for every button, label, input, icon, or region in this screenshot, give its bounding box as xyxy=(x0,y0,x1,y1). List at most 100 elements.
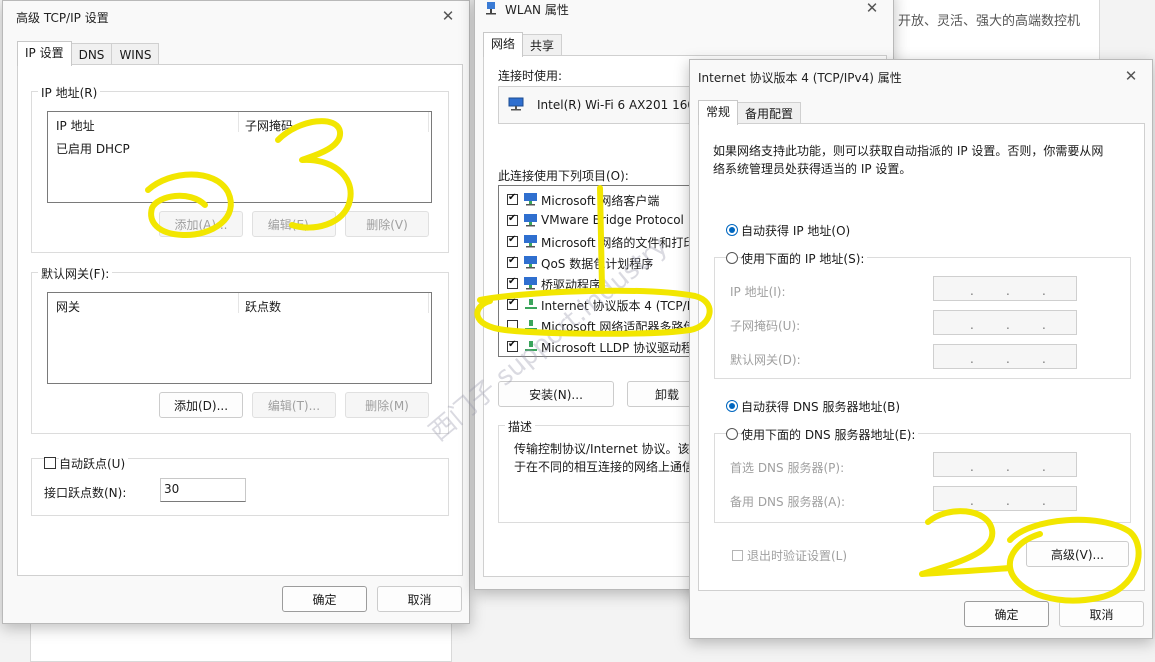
auto-ip-radio[interactable] xyxy=(726,224,738,236)
item-checkbox[interactable] xyxy=(507,339,518,352)
description-line-2: 于在不同的相互连接的网络上通信 xyxy=(514,460,695,474)
description-group: 描述 传输控制协议/Internet 协议。该 于在不同的相互连接的网络上通信 xyxy=(498,418,700,523)
interface-metric-input[interactable]: 30 xyxy=(160,478,246,502)
auto-ip-label[interactable]: 自动获得 IP 地址(O) xyxy=(741,222,850,239)
column-gateway[interactable]: 网关 xyxy=(56,298,80,315)
ip-address-label: IP 地址(I): xyxy=(730,285,786,299)
ip-dot: . xyxy=(1042,352,1046,366)
description-line-1: 传输控制协议/Internet 协议。该 xyxy=(514,442,690,456)
item-checkbox[interactable] xyxy=(507,234,518,247)
ip-add-button[interactable]: 添加(A)... xyxy=(159,211,243,237)
auto-metric-checkbox[interactable] xyxy=(44,457,56,469)
connection-items-list[interactable]: Microsoft 网络客户端 VMware Bridge Protocol Mic… xyxy=(498,185,700,357)
column-separator xyxy=(238,293,239,313)
item-label: Microsoft 网络的文件和打印 xyxy=(541,236,696,250)
ip-address-group-label: IP 地址(R) xyxy=(38,84,101,101)
general-page: 如果网络支持此功能，则可以获取自动指派的 IP 设置。否则，你需要从网 络系统管… xyxy=(698,123,1145,591)
ip-dot: . xyxy=(1006,460,1010,474)
preferred-dns-label: 首选 DNS 服务器(P): xyxy=(730,461,845,475)
ok-button[interactable]: 确定 xyxy=(282,586,367,612)
ok-button[interactable]: 确定 xyxy=(964,601,1049,627)
validate-checkbox[interactable] xyxy=(732,550,743,561)
protocol-icon xyxy=(523,339,539,353)
wlan-tabs: 网络 共享 xyxy=(483,32,563,57)
default-gateway-label: 默认网关(D): xyxy=(730,353,801,367)
ip-address-list[interactable]: IP 地址 子网掩码 已启用 DHCP xyxy=(47,111,432,203)
background-panel-bottom xyxy=(30,620,452,662)
tab-wins[interactable]: WINS xyxy=(111,43,160,66)
list-item-dhcp[interactable]: 已启用 DHCP xyxy=(56,140,130,157)
item-checkbox[interactable] xyxy=(507,297,518,310)
item-label: Microsoft 网络客户端 xyxy=(541,194,660,208)
auto-metric-label[interactable]: 自动跃点(U) xyxy=(59,455,129,472)
gateway-delete-button[interactable]: 删除(M) xyxy=(345,392,429,418)
subnet-mask-input[interactable]: . . . xyxy=(933,310,1077,335)
network-service-icon xyxy=(523,255,539,269)
ip-address-input[interactable]: . . . xyxy=(933,276,1077,301)
cancel-button[interactable]: 取消 xyxy=(1059,601,1144,627)
cancel-button[interactable]: 取消 xyxy=(377,586,462,612)
advanced-tcpip-title: 高级 TCP/IP 设置 xyxy=(16,11,109,25)
manual-dns-label[interactable]: 使用下面的 DNS 服务器地址(E): xyxy=(741,426,919,443)
item-checkbox[interactable] xyxy=(507,213,518,226)
tab-network[interactable]: 网络 xyxy=(483,32,524,57)
item-label: Microsoft 网络适配器多路传 xyxy=(541,320,696,334)
wlan-adapter-icon xyxy=(484,1,500,15)
ip-dot: . xyxy=(1042,494,1046,508)
auto-dns-label[interactable]: 自动获得 DNS 服务器地址(B) xyxy=(741,398,900,415)
ip-edit-button[interactable]: 编辑(E)... xyxy=(252,211,336,237)
manual-dns-radio[interactable] xyxy=(726,428,738,440)
ip-dot: . xyxy=(1006,352,1010,366)
network-client-icon xyxy=(523,192,539,206)
close-icon[interactable]: ✕ xyxy=(859,0,885,19)
close-icon[interactable]: ✕ xyxy=(435,5,461,27)
manual-ip-group: 使用下面的 IP 地址(S): IP 地址(I): . . . 子网掩码(U):… xyxy=(714,250,1131,379)
advanced-tcpip-dialog: 高级 TCP/IP 设置 ✕ IP 设置 DNS WINS IP 地址(R) I… xyxy=(2,0,470,624)
validate-label[interactable]: 退出时验证设置(L) xyxy=(747,547,847,564)
gateway-list[interactable]: 网关 跃点数 xyxy=(47,292,432,384)
ipv4-titlebar: Internet 协议版本 4 (TCP/IPv4) 属性 ✕ xyxy=(690,60,1152,92)
close-icon[interactable]: ✕ xyxy=(1118,65,1144,87)
item-label: Microsoft LLDP 协议驱动程 xyxy=(541,341,694,355)
ip-dot: . xyxy=(970,284,974,298)
auto-dns-radio[interactable] xyxy=(726,400,738,412)
column-ip-address[interactable]: IP 地址 xyxy=(56,117,95,134)
advanced-button[interactable]: 高级(V)... xyxy=(1026,541,1129,567)
gateway-edit-button[interactable]: 编辑(T)... xyxy=(252,392,336,418)
gateway-add-button[interactable]: 添加(D)... xyxy=(159,392,243,418)
ipv4-title: Internet 协议版本 4 (TCP/IPv4) 属性 xyxy=(698,71,902,85)
tab-alternate-config[interactable]: 备用配置 xyxy=(737,102,802,125)
item-checkbox[interactable] xyxy=(507,255,518,268)
ip-dot: . xyxy=(1042,318,1046,332)
item-label: QoS 数据包计划程序 xyxy=(541,257,654,271)
item-checkbox[interactable] xyxy=(507,320,518,331)
tab-dns[interactable]: DNS xyxy=(70,43,113,66)
ip-address-group: IP 地址(R) IP 地址 子网掩码 已启用 DHCP 添加(A)... 编辑… xyxy=(31,84,449,253)
description-label: 描述 xyxy=(505,418,536,435)
protocol-icon xyxy=(523,297,539,311)
ip-dot: . xyxy=(1006,284,1010,298)
manual-ip-label[interactable]: 使用下面的 IP 地址(S): xyxy=(741,250,868,267)
column-subnet-mask[interactable]: 子网掩码 xyxy=(245,117,293,134)
item-checkbox[interactable] xyxy=(507,276,518,289)
gateway-group: 默认网关(F): 网关 跃点数 添加(D)... 编辑(T)... 删除(M) xyxy=(31,265,449,434)
column-metric[interactable]: 跃点数 xyxy=(245,298,281,315)
items-label: 此连接使用下列项目(O): xyxy=(498,169,629,183)
tab-general[interactable]: 常规 xyxy=(698,100,739,125)
tab-sharing[interactable]: 共享 xyxy=(522,34,563,57)
metric-group: 自动跃点(U) 接口跃点数(N): 30 xyxy=(31,455,449,516)
item-label: Internet 协议版本 4 (TCP/I xyxy=(541,299,691,313)
item-checkbox[interactable] xyxy=(507,192,518,205)
tab-ip-settings[interactable]: IP 设置 xyxy=(17,41,72,66)
preferred-dns-input[interactable]: . . . xyxy=(933,452,1077,477)
advanced-tcpip-titlebar: 高级 TCP/IP 设置 ✕ xyxy=(3,1,469,33)
intro-line-2: 络系统管理员处获得适当的 IP 设置。 xyxy=(713,162,912,176)
subnet-mask-label: 子网掩码(U): xyxy=(730,319,801,333)
advanced-tcpip-tabs: IP 设置 DNS WINS xyxy=(17,41,160,66)
default-gateway-input[interactable]: . . . xyxy=(933,344,1077,369)
manual-ip-radio[interactable] xyxy=(726,252,738,264)
alternate-dns-input[interactable]: . . . xyxy=(933,486,1077,511)
ip-dot: . xyxy=(970,494,974,508)
install-button[interactable]: 安装(N)... xyxy=(498,381,614,407)
ip-delete-button[interactable]: 删除(V) xyxy=(345,211,429,237)
